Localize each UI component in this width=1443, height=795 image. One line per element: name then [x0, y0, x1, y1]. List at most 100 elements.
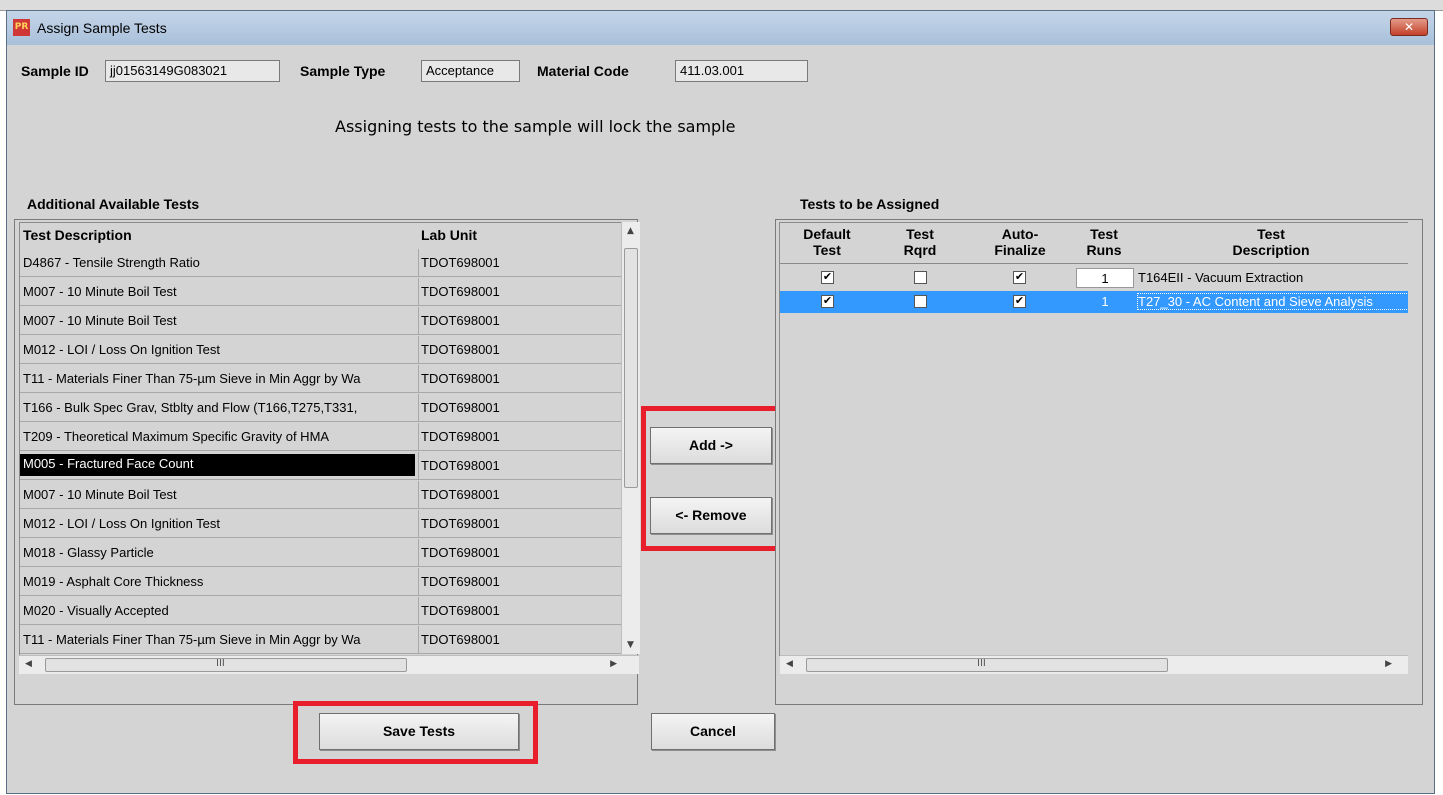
scroll-thumb[interactable]: III: [45, 658, 407, 672]
table-row[interactable]: T11 - Materials Finer Than 75-µm Sieve i…: [20, 626, 622, 654]
column-header-test-runs[interactable]: Test Runs: [1074, 223, 1134, 263]
scroll-thumb[interactable]: III: [806, 658, 1168, 672]
test-description-cell: T164EII - Vacuum Extraction: [1138, 270, 1304, 285]
test-description-cell: M012 - LOI / Loss On Ignition Test: [23, 342, 221, 357]
scroll-down-icon[interactable]: ▼: [627, 640, 634, 650]
auto-finalize-checkbox[interactable]: ✔: [1013, 271, 1026, 284]
test-description-cell: M007 - 10 Minute Boil Test: [23, 487, 177, 502]
column-separator: [418, 452, 419, 479]
table-row[interactable]: M005 - Fractured Face Count TDOT698001: [20, 452, 622, 480]
test-description-cell: M007 - 10 Minute Boil Test: [23, 313, 177, 328]
auto-finalize-checkbox[interactable]: ✔: [1013, 295, 1026, 308]
table-row[interactable]: T209 - Theoretical Maximum Specific Grav…: [20, 423, 622, 451]
default-test-checkbox[interactable]: ✔: [821, 295, 834, 308]
assigned-tests-label: Tests to be Assigned: [800, 196, 940, 212]
lab-unit-cell: TDOT698001: [421, 487, 500, 502]
default-test-checkbox[interactable]: ✔: [821, 271, 834, 284]
table-row[interactable]: D4867 - Tensile Strength Ratio TDOT698001: [20, 249, 622, 277]
scroll-right-icon[interactable]: ▶: [610, 659, 617, 669]
test-runs-input[interactable]: 1: [1076, 268, 1134, 288]
column-separator: [418, 336, 419, 363]
material-code-field[interactable]: 411.03.001: [675, 60, 808, 82]
available-tests-label: Additional Available Tests: [27, 196, 200, 212]
column-header-default-test[interactable]: Default Test: [780, 223, 874, 263]
column-separator: [418, 481, 419, 508]
header-divider: [780, 263, 1408, 264]
prism-app-icon: PR: [13, 19, 30, 36]
table-row[interactable]: M007 - 10 Minute Boil Test TDOT698001: [20, 481, 622, 509]
material-code-label: Material Code: [537, 63, 629, 79]
column-separator: [418, 307, 419, 334]
scroll-left-icon[interactable]: ◀: [25, 659, 32, 669]
column-header-test-description[interactable]: Test Description: [1134, 223, 1408, 263]
table-row[interactable]: T11 - Materials Finer Than 75-µm Sieve i…: [20, 365, 622, 393]
scroll-right-icon[interactable]: ▶: [1385, 659, 1392, 669]
test-description-cell: M007 - 10 Minute Boil Test: [23, 284, 177, 299]
sample-type-field[interactable]: Acceptance: [421, 60, 520, 82]
test-rqrd-checkbox[interactable]: [914, 271, 927, 284]
cancel-button[interactable]: Cancel: [651, 713, 775, 750]
scroll-grip: III: [216, 658, 225, 669]
lab-unit-cell: TDOT698001: [421, 458, 500, 473]
table-row[interactable]: M019 - Asphalt Core Thickness TDOT698001: [20, 568, 622, 596]
table-row[interactable]: ✔ ✔ 1 T27_30 - AC Content and Sieve Analysi…: [780, 291, 1408, 313]
close-x-icon[interactable]: ✕: [1390, 18, 1428, 36]
lab-unit-cell: TDOT698001: [421, 400, 500, 415]
lab-unit-cell: TDOT698001: [421, 574, 500, 589]
table-row[interactable]: M012 - LOI / Loss On Ignition Test TDOT69…: [20, 336, 622, 364]
column-separator: [418, 539, 419, 566]
assigned-horizontal-scrollbar[interactable]: ◀ III ▶: [780, 655, 1408, 674]
test-runs-input[interactable]: 1: [1076, 292, 1134, 312]
lab-unit-cell: TDOT698001: [421, 371, 500, 386]
test-rqrd-checkbox[interactable]: [914, 295, 927, 308]
lab-unit-cell: TDOT698001: [421, 632, 500, 647]
test-description-cell: D4867 - Tensile Strength Ratio: [23, 255, 200, 270]
window-title: Assign Sample Tests: [37, 20, 167, 36]
sample-id-field[interactable]: jj01563149G083021: [105, 60, 280, 82]
title-bar: PR Assign Sample Tests ✕: [7, 11, 1434, 45]
scroll-up-icon[interactable]: ▲: [627, 226, 634, 236]
test-description-cell: T11 - Materials Finer Than 75-µm Sieve i…: [23, 632, 361, 647]
lab-unit-cell: TDOT698001: [421, 429, 500, 444]
lab-unit-cell: TDOT698001: [421, 603, 500, 618]
lab-unit-cell: TDOT698001: [421, 284, 500, 299]
table-row[interactable]: M007 - 10 Minute Boil Test TDOT698001: [20, 307, 622, 335]
column-header-auto-finalize[interactable]: Auto- Finalize: [966, 223, 1074, 263]
scroll-thumb[interactable]: [624, 248, 638, 488]
column-header-test-rqrd[interactable]: Test Rqrd: [874, 223, 966, 263]
available-tests-grid[interactable]: Test Description Lab Unit D4867 - Tensil…: [19, 222, 622, 655]
scroll-grip: III: [977, 658, 986, 669]
scroll-left-icon[interactable]: ◀: [786, 659, 793, 669]
test-description-cell: M019 - Asphalt Core Thickness: [23, 574, 204, 589]
column-separator: [418, 394, 419, 421]
test-description-cell: M020 - Visually Accepted: [23, 603, 169, 618]
table-row[interactable]: M012 - LOI / Loss On Ignition Test TDOT69…: [20, 510, 622, 538]
column-header-test-description[interactable]: Test Description: [23, 227, 132, 243]
table-row[interactable]: T166 - Bulk Spec Grav, Stblty and Flow (…: [20, 394, 622, 422]
remove-button[interactable]: <- Remove: [650, 497, 772, 534]
column-separator: [418, 365, 419, 392]
available-vertical-scrollbar[interactable]: ▲ ▼: [621, 222, 640, 654]
table-row[interactable]: M007 - 10 Minute Boil Test TDOT698001: [20, 278, 622, 306]
save-tests-button[interactable]: Save Tests: [319, 713, 519, 750]
add-button[interactable]: Add ->: [650, 427, 772, 464]
assigned-tests-grid[interactable]: Default Test Test Rqrd Auto- Finalize Test R…: [779, 222, 1408, 656]
test-description-cell: T166 - Bulk Spec Grav, Stblty and Flow (…: [23, 400, 358, 415]
lab-unit-cell: TDOT698001: [421, 313, 500, 328]
test-description-cell: M005 - Fractured Face Count: [20, 454, 415, 476]
test-description-cell: T11 - Materials Finer Than 75-µm Sieve i…: [23, 371, 361, 386]
column-header-lab-unit[interactable]: Lab Unit: [421, 227, 477, 243]
column-separator: [418, 568, 419, 595]
table-row[interactable]: M018 - Glassy Particle TDOT698001: [20, 539, 622, 567]
column-separator: [418, 423, 419, 450]
table-row[interactable]: ✔ ✔ 1 T164EII - Vacuum Extraction: [780, 267, 1408, 289]
lab-unit-cell: TDOT698001: [421, 545, 500, 560]
sample-type-label: Sample Type: [300, 63, 386, 79]
test-description-cell: M018 - Glassy Particle: [23, 545, 154, 560]
lock-notice: Assigning tests to the sample will lock …: [335, 117, 736, 136]
available-horizontal-scrollbar[interactable]: ◀ III ▶: [19, 655, 639, 674]
table-row[interactable]: M020 - Visually Accepted TDOT698001: [20, 597, 622, 625]
lab-unit-cell: TDOT698001: [421, 342, 500, 357]
assign-sample-tests-dialog: PR Assign Sample Tests ✕ Sample ID jj015…: [6, 10, 1435, 794]
column-separator: [418, 626, 419, 653]
